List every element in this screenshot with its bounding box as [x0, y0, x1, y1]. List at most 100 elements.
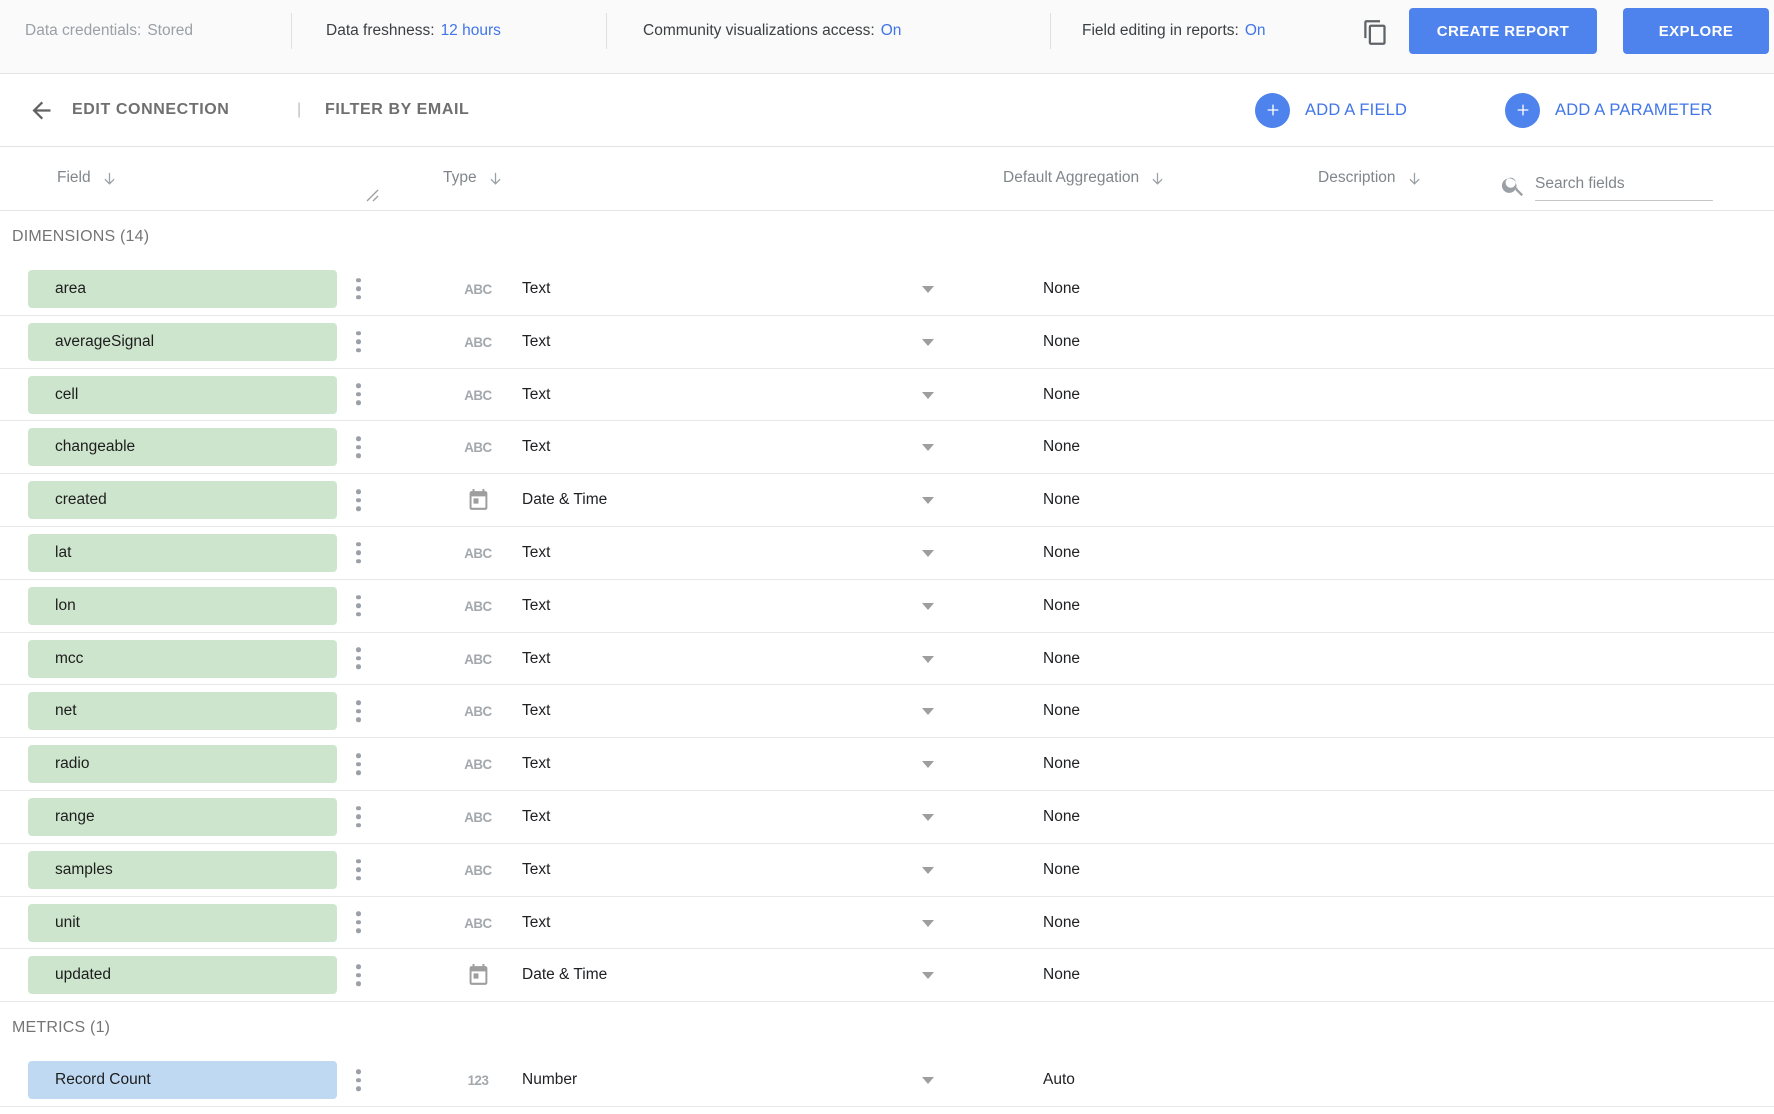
- type-select[interactable]: ABC 123 Text: [455, 685, 947, 737]
- dot: [356, 815, 361, 820]
- column-header-type[interactable]: Type: [443, 147, 504, 209]
- field-editing-value[interactable]: On: [1245, 22, 1266, 40]
- type-label: Text: [522, 263, 550, 315]
- text-type-icon: ABC: [456, 421, 500, 473]
- field-chip[interactable]: area: [28, 270, 337, 308]
- dropdown-arrow-icon: [922, 1077, 934, 1084]
- dot: [356, 551, 361, 556]
- edit-connection-link[interactable]: EDIT CONNECTION: [72, 74, 229, 146]
- field-chip[interactable]: created: [28, 481, 337, 519]
- field-chip[interactable]: samples: [28, 851, 337, 889]
- type-select[interactable]: ABC 123 Text: [455, 580, 947, 632]
- table-row: area ABC 123 Text None: [0, 263, 1774, 316]
- field-chip[interactable]: unit: [28, 904, 337, 942]
- table-row: mcc ABC 123 Text None: [0, 633, 1774, 686]
- table-row: samples ABC 123 Text None: [0, 844, 1774, 897]
- field-chip[interactable]: updated: [28, 956, 337, 994]
- field-chip-label: Record Count: [55, 1071, 151, 1089]
- dot: [356, 603, 361, 608]
- row-menu-button[interactable]: [352, 538, 365, 568]
- aggregation-value: None: [1043, 369, 1080, 421]
- type-select[interactable]: ABC 123 Date & Time: [455, 474, 947, 526]
- row-menu-button[interactable]: [352, 1065, 365, 1095]
- row-menu-button[interactable]: [352, 908, 365, 938]
- column-header-field[interactable]: Field: [57, 147, 118, 209]
- back-button[interactable]: [28, 74, 55, 146]
- field-chip[interactable]: net: [28, 692, 337, 730]
- type-select[interactable]: ABC 123 Text: [455, 369, 947, 421]
- filter-by-email-link[interactable]: FILTER BY EMAIL: [325, 74, 469, 146]
- row-menu-button[interactable]: [352, 855, 365, 885]
- aggregation-value: None: [1043, 580, 1080, 632]
- community-viz-access[interactable]: Community visualizations access: On: [643, 0, 901, 62]
- field-chip[interactable]: range: [28, 798, 337, 836]
- type-select[interactable]: ABC 123 Date & Time: [455, 949, 947, 1001]
- dropdown-arrow-icon: [922, 708, 934, 715]
- field-chip[interactable]: mcc: [28, 640, 337, 678]
- field-chip[interactable]: cell: [28, 376, 337, 414]
- field-chip[interactable]: lat: [28, 534, 337, 572]
- dot: [356, 612, 361, 617]
- sort-down-icon[interactable]: [1406, 170, 1423, 187]
- field-chip[interactable]: radio: [28, 745, 337, 783]
- add-parameter-button[interactable]: ADD A PARAMETER: [1499, 92, 1719, 129]
- row-menu-button[interactable]: [352, 274, 365, 304]
- type-select[interactable]: ABC 123 Text: [455, 421, 947, 473]
- row-menu-button[interactable]: [352, 802, 365, 832]
- row-menu-button[interactable]: [352, 380, 365, 410]
- copy-icon[interactable]: [1360, 17, 1390, 47]
- field-chip[interactable]: lon: [28, 587, 337, 625]
- type-label: Text: [522, 738, 550, 790]
- add-field-button[interactable]: ADD A FIELD: [1249, 92, 1413, 129]
- credentials-label: Data credentials:: [25, 22, 141, 40]
- row-menu-button[interactable]: [352, 961, 365, 991]
- type-select[interactable]: ABC 123 Text: [455, 263, 947, 315]
- type-select[interactable]: ABC 123 Text: [455, 844, 947, 896]
- sort-down-icon[interactable]: [1149, 170, 1166, 187]
- field-table: DIMENSIONS (14) area ABC 123 Text None a…: [0, 211, 1774, 1107]
- field-chip[interactable]: averageSignal: [28, 323, 337, 361]
- column-header-default-aggregation[interactable]: Default Aggregation: [1003, 147, 1166, 209]
- row-menu-button[interactable]: [352, 749, 365, 779]
- column-header-description[interactable]: Description: [1318, 147, 1423, 209]
- aggregation-value: Auto: [1043, 1054, 1075, 1106]
- explore-button[interactable]: EXPLORE: [1623, 8, 1769, 54]
- freshness-value[interactable]: 12 hours: [441, 22, 501, 40]
- dot: [356, 542, 361, 547]
- dot: [356, 595, 361, 600]
- type-select[interactable]: ABC 123 Text: [455, 633, 947, 685]
- field-editing-setting[interactable]: Field editing in reports: On: [1082, 0, 1266, 62]
- search-fields-input[interactable]: [1535, 173, 1713, 201]
- divider: [291, 13, 292, 49]
- type-select[interactable]: ABC 123 Text: [455, 316, 947, 368]
- type-select[interactable]: ABC 123 Text: [455, 738, 947, 790]
- row-menu-button[interactable]: [352, 697, 365, 727]
- create-report-button[interactable]: CREATE REPORT: [1409, 8, 1597, 54]
- field-chip[interactable]: Record Count: [28, 1061, 337, 1099]
- sort-down-icon[interactable]: [101, 170, 118, 187]
- community-value[interactable]: On: [881, 22, 902, 40]
- dot: [356, 656, 361, 661]
- dropdown-arrow-icon: [922, 392, 934, 399]
- row-menu-button[interactable]: [352, 485, 365, 515]
- field-chip[interactable]: changeable: [28, 428, 337, 466]
- type-select[interactable]: ABC 123 Text: [455, 527, 947, 579]
- type-label: Text: [522, 369, 550, 421]
- search-icon: [1500, 172, 1527, 199]
- type-select[interactable]: ABC 123 Text: [455, 897, 947, 949]
- dot: [356, 489, 361, 494]
- dot: [356, 823, 361, 828]
- row-menu-button[interactable]: [352, 433, 365, 463]
- row-menu-button[interactable]: [352, 644, 365, 674]
- type-select[interactable]: ABC 123 Number: [455, 1054, 947, 1106]
- sort-down-icon[interactable]: [487, 170, 504, 187]
- column-resize-grip[interactable]: [366, 189, 379, 207]
- dropdown-arrow-icon: [922, 761, 934, 768]
- row-menu-button[interactable]: [352, 591, 365, 621]
- dropdown-arrow-icon: [922, 972, 934, 979]
- type-select[interactable]: ABC 123 Text: [455, 791, 947, 843]
- dropdown-arrow-icon: [922, 656, 934, 663]
- row-menu-button[interactable]: [352, 327, 365, 357]
- table-row: created ABC 123 Date & Time None: [0, 474, 1774, 527]
- data-freshness[interactable]: Data freshness: 12 hours: [326, 0, 501, 62]
